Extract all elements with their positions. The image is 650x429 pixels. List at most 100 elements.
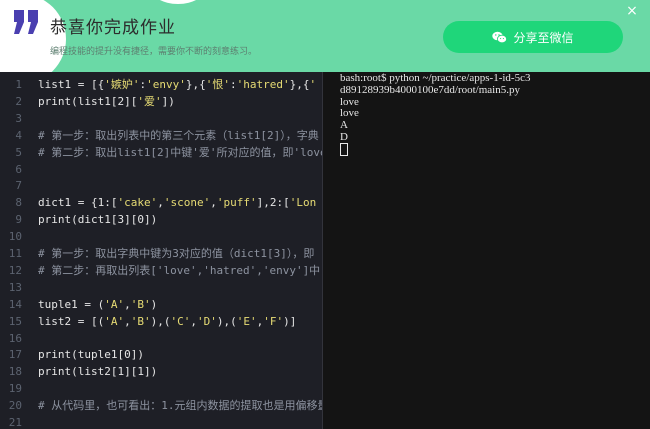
line-number: 8 [15, 196, 22, 210]
code-token: : [229, 78, 237, 91]
code-token: ),( [216, 314, 237, 328]
line-number: 11 [8, 247, 22, 260]
code-line: 1 list1 = [{'嫉妒':'envy'},{'恨':'hatred'},{… [0, 76, 322, 93]
code-line: 19 [0, 380, 322, 397]
code-line: 12 # 第二步：再取出列表['love','hatred','envy']中 [0, 262, 322, 279]
code-token: 'A' [104, 297, 125, 311]
code-line: 16 [0, 330, 322, 347]
code-line: 7 [0, 177, 322, 194]
code-token: ),( [150, 314, 171, 328]
line-number: 18 [8, 365, 22, 379]
code-token: print(dict1[ [38, 213, 118, 227]
line-number: 19 [8, 382, 22, 396]
code-token: print(tuple1[ [38, 348, 125, 362]
line-number: 6 [15, 162, 22, 176]
code-token: list2 = [( [38, 314, 105, 328]
terminal-line: love [340, 95, 359, 108]
code-token: ]) [161, 94, 175, 108]
code-token: print(list1[ [38, 94, 118, 108]
terminal-line: love [340, 107, 359, 120]
code-token: 'B' [130, 314, 151, 328]
code-line: 2 print(list1[2]['爱']) [0, 93, 322, 110]
code-token: # 从代码里，也可看出：1.元组内数据的提取也是用偏移量 [38, 399, 322, 413]
code-token: , [124, 297, 131, 311]
quote-icon [14, 10, 38, 34]
code-line: 11 # 第一步：取出字典中键为3对应的值（dict1[3]），即 [0, 245, 322, 262]
line-number: 3 [15, 111, 22, 125]
code-token: ) [150, 297, 158, 311]
code-token: )] [283, 314, 297, 328]
line-number: 16 [8, 331, 22, 345]
code-line: 6 [0, 161, 322, 178]
decorative-circle [150, 0, 206, 4]
line-number: 1 [15, 78, 22, 91]
code-line: 8 dict1 = {1:['cake','scone','puff'],2:['… [0, 194, 322, 211]
code-line: 14 tuple1 = ('A','B') [0, 296, 322, 313]
line-number: 5 [15, 145, 22, 159]
code-token: ][ [124, 94, 138, 108]
share-to-wechat-button[interactable]: 分享至微信 [443, 21, 623, 53]
code-line: 4 # 第一步：取出列表中的第三个元素（list1[2]），字典 [0, 127, 322, 144]
code-token: 'C' [170, 314, 191, 328]
wechat-icon [492, 31, 508, 43]
code-line: 10 [0, 228, 322, 245]
code-line: 9 print(dict1[3][0]) [0, 211, 322, 228]
close-icon[interactable]: × [624, 3, 640, 19]
code-token: ][ [124, 365, 138, 379]
code-token: '爱' [137, 94, 162, 108]
code-token: # 第二步：再取出列表['love','hatred','envy']中 [38, 263, 321, 277]
code-token: print(list2[ [38, 365, 118, 379]
code-token: , [190, 314, 197, 328]
line-number: 2 [15, 94, 22, 108]
line-number: 7 [15, 179, 22, 193]
terminal-line: d89128939b4000100e7dd/root/main5.py [340, 83, 520, 96]
code-token: 'hatred' [236, 78, 290, 91]
code-line: 17 print(tuple1[0]) [0, 346, 322, 363]
line-number: 14 [8, 297, 22, 311]
line-number: 21 [8, 416, 22, 429]
line-number: 17 [8, 348, 22, 362]
code-token: 0 [137, 213, 144, 227]
terminal-output[interactable]: bash:root$ python ~/practice/apps-1-id-5… [323, 72, 650, 429]
code-token: tuple1 = ( [38, 297, 105, 311]
code-line: 5 # 第二步：取出list1[2]中键'爱'所对应的值，即'love [0, 144, 322, 161]
banner-title: 恭喜你完成作业 [50, 18, 176, 38]
code-line: 15 list2 = [('A','B'),('C','D'),('E','F')… [0, 313, 322, 330]
terminal-line: D [340, 131, 348, 143]
code-editor[interactable]: 1 list1 = [{'嫉妒':'envy'},{'恨':'hatred'},{… [0, 72, 322, 429]
line-number: 12 [8, 263, 22, 277]
code-token: ' [309, 78, 317, 91]
code-token: 'cake' [117, 196, 158, 210]
code-token: 1 [137, 365, 144, 379]
line-number: 13 [8, 280, 22, 294]
code-token: , [157, 196, 164, 210]
line-number: 4 [15, 128, 22, 142]
completion-banner: 恭喜你完成作业 编程技能的提升没有捷径，需要你不断的刻意练习。 分享至微信 × [0, 0, 650, 72]
code-line: 21 [0, 414, 322, 429]
code-token: 0 [124, 348, 131, 362]
code-token: ]) [143, 365, 158, 379]
line-number: 10 [8, 230, 22, 244]
code-token: 'E' [236, 314, 257, 328]
code-token: # 第一步：取出列表中的第三个元素（list1[2]），字典 [38, 128, 319, 142]
code-line: 3 [0, 110, 322, 127]
code-token: 'F' [263, 314, 284, 328]
code-token: :[ [276, 196, 290, 210]
code-token: dict1 = { [38, 196, 98, 210]
code-token: ]) [130, 348, 144, 362]
code-token: ][ [124, 213, 138, 227]
terminal-line: bash:root$ python ~/practice/apps-1-id-5… [340, 72, 531, 84]
code-token: ]) [143, 213, 158, 227]
code-token: list1 = [{ [38, 78, 105, 91]
code-token: 'D' [196, 314, 217, 328]
code-token: '恨' [205, 78, 230, 91]
code-token: # 第二步：取出list1[2]中键'爱'所对应的值，即'love [38, 145, 322, 159]
code-token: },{ [289, 78, 310, 91]
code-line: 13 [0, 279, 322, 296]
code-line: 20 # 从代码里，也可看出：1.元组内数据的提取也是用偏移量 [0, 397, 322, 414]
code-token: , [124, 314, 131, 328]
line-number: 9 [15, 213, 22, 227]
code-token: 'puff' [216, 196, 257, 210]
code-token: 'scone' [163, 196, 211, 210]
code-token: },{ [185, 78, 206, 91]
